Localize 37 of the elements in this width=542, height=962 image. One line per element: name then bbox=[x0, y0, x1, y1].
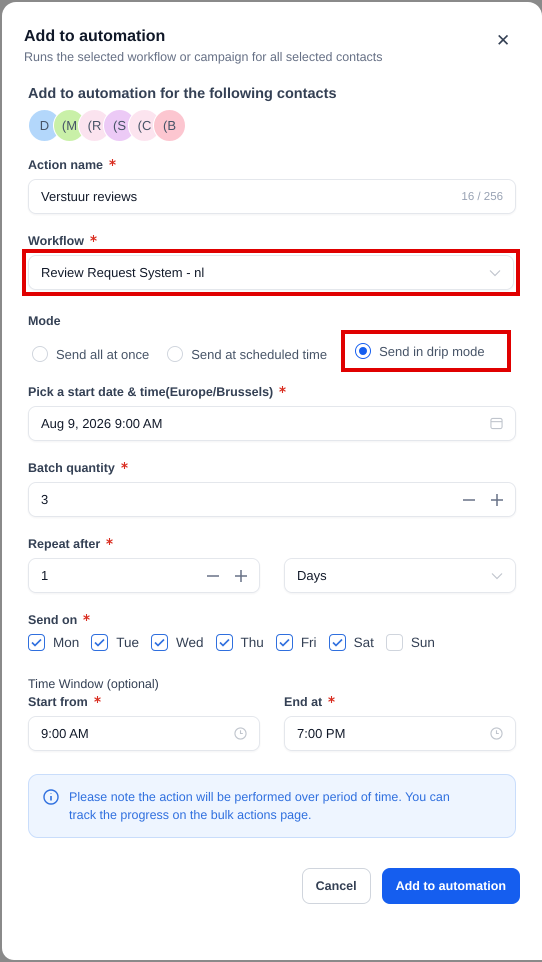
day-label: Sat bbox=[354, 635, 374, 650]
day-label: Thu bbox=[240, 635, 264, 650]
cancel-button[interactable]: Cancel bbox=[302, 868, 371, 904]
date-time-field[interactable]: Aug 9, 2026 9:00 AM bbox=[28, 406, 516, 441]
mode-radio[interactable]: Send at scheduled time bbox=[167, 339, 338, 369]
field-label: Start from bbox=[28, 695, 88, 709]
field-label: End at bbox=[284, 695, 322, 709]
dialog-title: Add to automation bbox=[24, 28, 166, 46]
notice-text: Please note the action will be performed over period of time. You can track the progress on the bulk actions page. bbox=[69, 789, 451, 824]
character-counter: 16 / 256 bbox=[461, 190, 503, 202]
end-time-field[interactable]: 7:00 PM bbox=[284, 716, 516, 751]
day-label: Sun bbox=[410, 635, 435, 650]
field-label: Repeat after bbox=[28, 537, 100, 551]
section-heading: Add to automation for the following contacts bbox=[28, 86, 338, 102]
action-name-field[interactable]: Verstuur reviews 16 / 256 bbox=[28, 179, 516, 214]
close-button[interactable]: ✕ bbox=[496, 30, 510, 51]
repeat-number-field[interactable]: 1 bbox=[28, 558, 260, 593]
submit-button[interactable]: Add to automation bbox=[382, 868, 520, 904]
mode-radio[interactable]: Send in drip mode bbox=[355, 336, 495, 366]
field-label: Send on bbox=[28, 613, 78, 627]
field-label: Mode bbox=[28, 314, 61, 328]
field-label: Workflow bbox=[28, 234, 84, 248]
day-label: Tue bbox=[116, 635, 140, 650]
workflow-select[interactable]: Review Request System - nl bbox=[28, 255, 514, 290]
contact-avatar: (B bbox=[153, 109, 186, 142]
day-label: Mon bbox=[53, 635, 80, 650]
day-label: Fri bbox=[300, 635, 317, 650]
batch-quantity-field[interactable]: 3 bbox=[28, 482, 516, 517]
section-heading: Time Window (optional) bbox=[28, 677, 159, 691]
field-label: Action name bbox=[28, 158, 104, 172]
dialog-subtitle: Runs the selected workflow or campaign for all selected contacts bbox=[24, 50, 383, 64]
mode-radio[interactable]: Send all at once bbox=[32, 339, 160, 369]
day-label: Wed bbox=[176, 635, 204, 650]
unit-select[interactable]: Days bbox=[284, 558, 516, 593]
field-label: Batch quantity bbox=[28, 461, 115, 475]
start-time-field[interactable]: 9:00 AM bbox=[28, 716, 260, 751]
field-label: Pick a start date & time(Europe/Brussels) bbox=[28, 385, 274, 399]
